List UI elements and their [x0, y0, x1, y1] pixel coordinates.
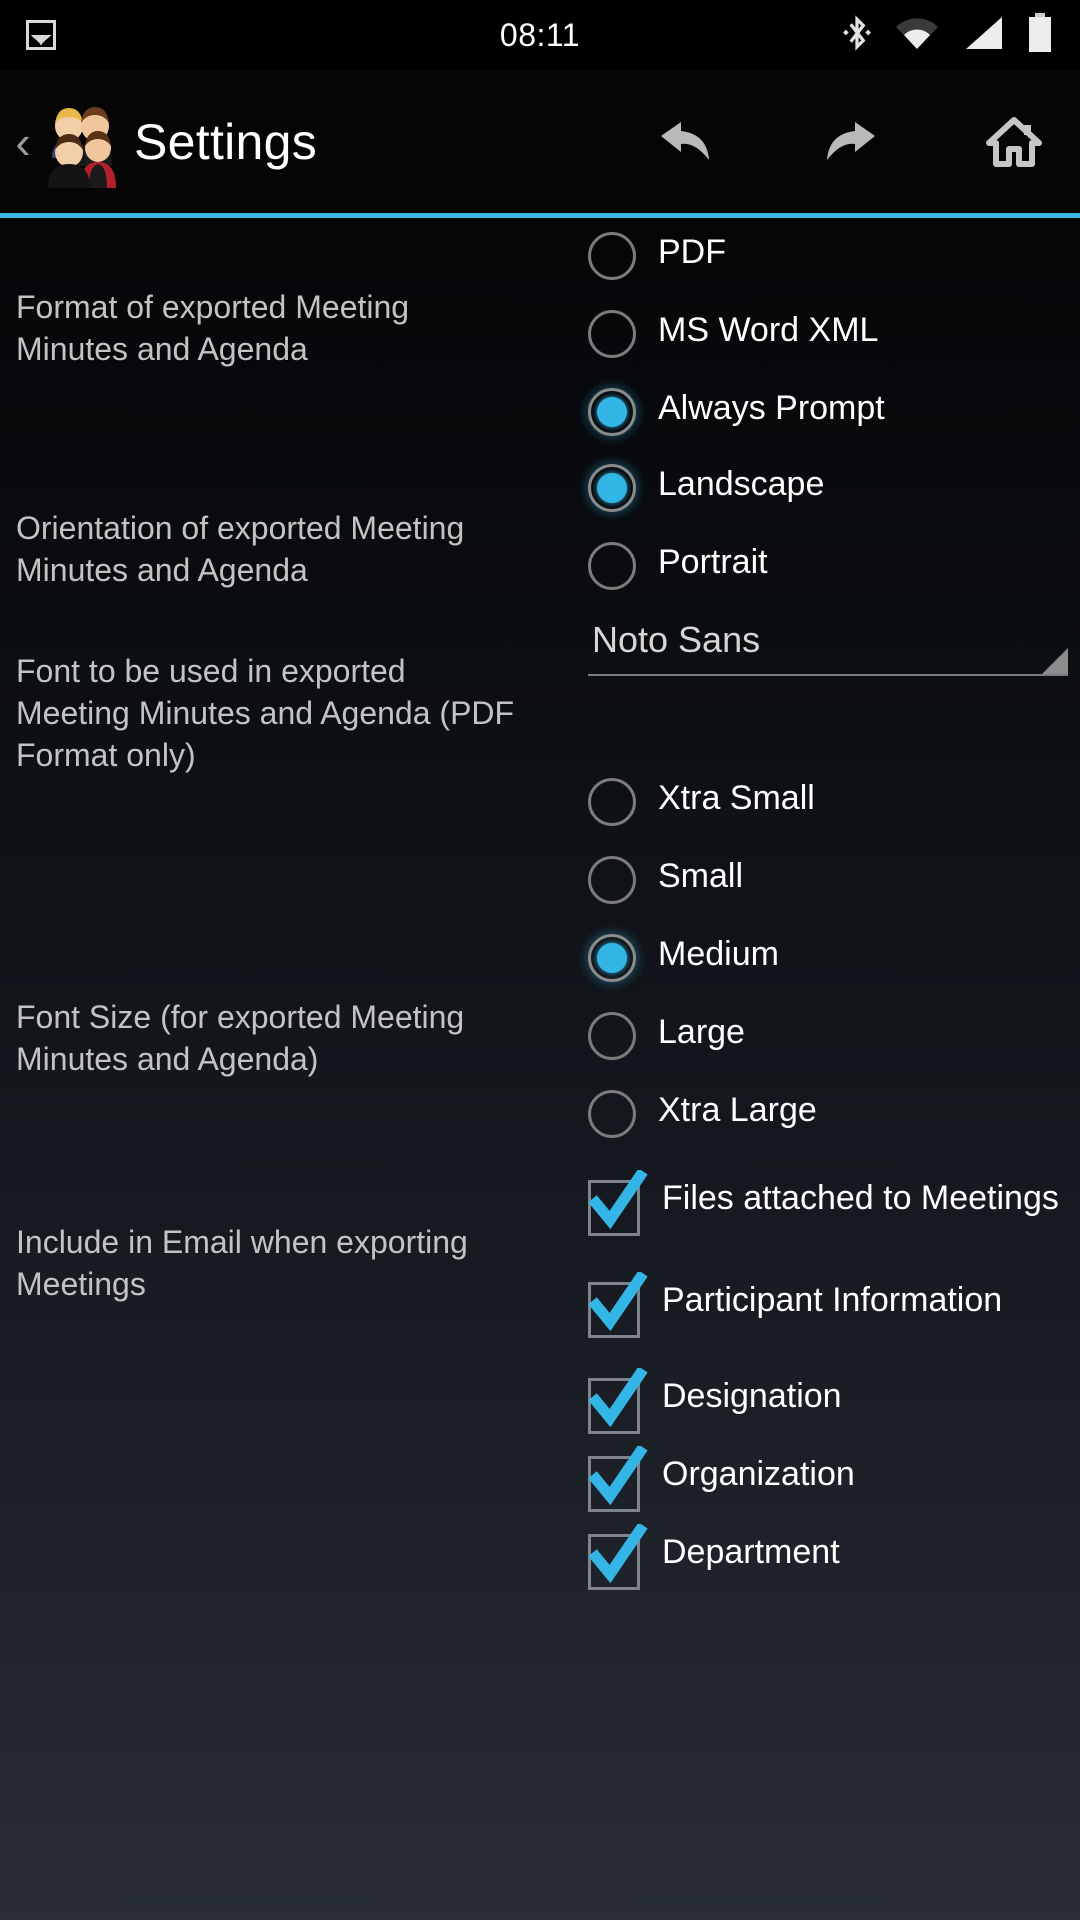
option-row[interactable]: Always Prompt — [588, 386, 885, 436]
option-row[interactable]: Files attached to Meetings — [588, 1170, 1059, 1236]
setting-label-export-format: Format of exported Meeting Minutes and A… — [0, 218, 540, 438]
checkbox-option-designation[interactable]: Designation — [540, 1368, 1080, 1434]
home-icon[interactable] — [982, 110, 1046, 174]
wifi-icon — [894, 15, 940, 56]
option-row[interactable]: Landscape — [588, 462, 824, 512]
action-bar: ‹ Settings — [0, 70, 1080, 213]
option-row[interactable]: MS Word XML — [588, 308, 878, 358]
undo-arrow-icon[interactable] — [654, 110, 718, 174]
setting-label-export-font-size: Font Size (for exported Meeting Minutes … — [0, 908, 540, 1168]
option-label: Landscape — [658, 465, 825, 503]
radio-button-icon[interactable] — [588, 464, 636, 512]
radio-button-icon[interactable] — [588, 856, 636, 904]
checkbox-option-department[interactable]: Department — [540, 1524, 1080, 1590]
option-row[interactable]: Small — [588, 854, 743, 904]
checkbox-icon[interactable] — [588, 1524, 648, 1590]
radio-option-small[interactable]: Small — [540, 854, 1080, 904]
checkbox-icon[interactable] — [588, 1272, 648, 1338]
radio-button-icon[interactable] — [588, 934, 636, 982]
checkbox-icon[interactable] — [588, 1446, 648, 1512]
option-label: Small — [658, 857, 744, 895]
setting-label-text: Orientation of exported Meeting Minutes … — [16, 510, 465, 588]
setting-label-text: Format of exported Meeting Minutes and A… — [16, 289, 410, 367]
radio-button-icon[interactable] — [588, 778, 636, 826]
setting-label-export-font: Font to be used in exported Meeting Minu… — [0, 608, 540, 818]
radio-option-medium[interactable]: Medium — [540, 932, 1080, 982]
radio-button-icon[interactable] — [588, 1012, 636, 1060]
option-label: Xtra Large — [658, 1091, 817, 1129]
checkbox-option-files-attached-to-meetings[interactable]: Files attached to Meetings — [540, 1170, 1080, 1236]
setting-label-text: Font to be used in exported Meeting Minu… — [16, 653, 515, 773]
radio-option-portrait[interactable]: Portrait — [540, 540, 1080, 590]
option-row[interactable]: Large — [588, 1010, 745, 1060]
option-row[interactable]: Xtra Large — [588, 1088, 817, 1138]
radio-button-icon[interactable] — [588, 310, 636, 358]
status-bar: 08:11 — [0, 0, 1080, 70]
option-label: Portrait — [658, 543, 768, 581]
status-bar-left — [26, 20, 56, 50]
radio-button-icon[interactable] — [588, 388, 636, 436]
font-spinner-value: Noto Sans — [592, 619, 761, 660]
option-label: Organization — [662, 1455, 855, 1493]
spinner-underline — [588, 674, 1068, 676]
status-bar-right — [842, 12, 1054, 59]
checkbox-option-organization[interactable]: Organization — [540, 1446, 1080, 1512]
people-group-icon — [38, 96, 122, 188]
battery-icon — [1026, 12, 1054, 59]
option-row[interactable]: Designation — [588, 1368, 842, 1434]
radio-option-large[interactable]: Large — [540, 1010, 1080, 1060]
radio-button-icon[interactable] — [588, 1090, 636, 1138]
option-row[interactable]: Xtra Small — [588, 776, 815, 826]
option-row[interactable]: Participant Information — [588, 1272, 1003, 1338]
option-label: Always Prompt — [658, 389, 885, 427]
option-label: Large — [658, 1013, 745, 1051]
page-title: Settings — [134, 113, 318, 170]
radio-button-icon[interactable] — [588, 232, 636, 280]
image-notification-icon — [26, 20, 56, 50]
action-bar-actions — [654, 110, 1054, 174]
checkbox-option-participant-information[interactable]: Participant Information — [540, 1272, 1080, 1338]
setting-label-text: Include in Email when exporting Meetings — [16, 1224, 468, 1302]
radio-option-xtra-large[interactable]: Xtra Large — [540, 1088, 1080, 1138]
checkbox-icon[interactable] — [588, 1170, 648, 1236]
radio-option-pdf[interactable]: PDF — [540, 230, 1080, 280]
app-screen: 08:11 ‹ Settings Format of exported Meet… — [0, 0, 1080, 1920]
option-row[interactable]: Organization — [588, 1446, 855, 1512]
radio-button-icon[interactable] — [588, 542, 636, 590]
bluetooth-icon — [842, 13, 872, 58]
option-row[interactable]: Medium — [588, 932, 779, 982]
checkbox-icon[interactable] — [588, 1368, 648, 1434]
redo-arrow-icon[interactable] — [818, 110, 882, 174]
setting-label-include-in-email: Include in Email when exporting Meetings — [0, 1178, 540, 1348]
option-label: Department — [662, 1533, 840, 1571]
back-chevron-icon[interactable]: ‹ — [10, 119, 36, 165]
radio-option-xtra-small[interactable]: Xtra Small — [540, 776, 1080, 826]
chevron-down-icon[interactable] — [1042, 648, 1068, 674]
option-row[interactable]: Department — [588, 1524, 840, 1590]
option-label: Files attached to Meetings — [662, 1179, 1059, 1217]
option-label: Medium — [658, 935, 779, 973]
cellular-signal-icon — [962, 15, 1004, 56]
radio-option-landscape[interactable]: Landscape — [540, 462, 1080, 512]
option-label: Xtra Small — [658, 779, 815, 817]
option-label: Designation — [662, 1377, 842, 1415]
settings-list[interactable]: Format of exported Meeting Minutes and A… — [0, 218, 1080, 1920]
font-spinner-control[interactable]: Noto Sans — [588, 616, 1068, 684]
setting-label-text: Font Size (for exported Meeting Minutes … — [16, 999, 465, 1077]
option-row[interactable]: Portrait — [588, 540, 768, 590]
radio-option-ms-word-xml[interactable]: MS Word XML — [540, 308, 1080, 358]
option-row[interactable]: PDF — [588, 230, 726, 280]
option-label: MS Word XML — [658, 311, 879, 349]
option-label: Participant Information — [662, 1281, 1003, 1319]
option-label: PDF — [658, 233, 726, 271]
font-spinner[interactable]: Noto Sans — [540, 616, 1080, 684]
radio-option-always-prompt[interactable]: Always Prompt — [540, 386, 1080, 436]
